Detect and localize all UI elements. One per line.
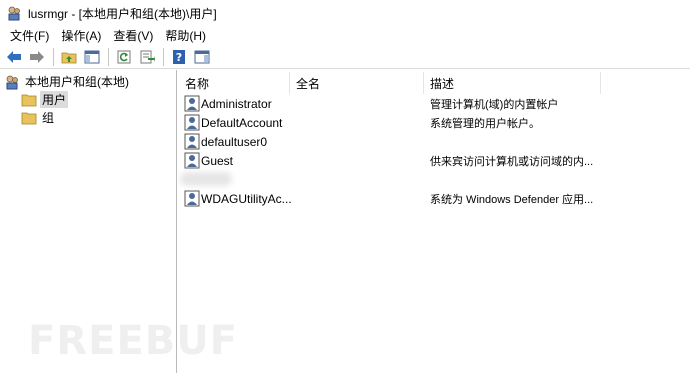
row-name: Guest <box>201 153 234 168</box>
row-name: DefaultAccount <box>201 115 283 130</box>
menu-file[interactable]: 文件(F) <box>4 27 55 44</box>
table-row[interactable]: DefaultAccount 系统管理的用户帐户。 <box>179 113 690 132</box>
tree-item-groups[interactable]: 组 <box>21 109 56 126</box>
up-folder-icon[interactable] <box>58 47 80 67</box>
column-header-label: 全名 <box>296 76 321 91</box>
row-description: 系统为 Windows Defender 应用... <box>430 193 594 206</box>
row-name: Administrator <box>201 96 272 111</box>
row-name: WDAGUtilityAc... <box>201 191 292 206</box>
tree-root-label: 本地用户和组(本地) <box>25 75 129 89</box>
tree-item-label: 组 <box>42 111 55 125</box>
user-icon <box>184 190 200 207</box>
column-header-label: 描述 <box>430 76 455 91</box>
svg-text:?: ? <box>176 51 182 64</box>
folder-icon <box>21 111 37 125</box>
export-list-icon[interactable] <box>136 47 158 67</box>
user-icon <box>184 133 200 150</box>
help-icon[interactable]: ? <box>168 47 190 67</box>
column-header-name[interactable]: 名称 <box>179 72 290 94</box>
tree-root[interactable]: 本地用户和组(本地) <box>4 73 131 90</box>
redaction-blur <box>180 172 232 186</box>
users-computer-icon <box>6 5 22 21</box>
table-row[interactable]: Administrator 管理计算机(域)的内置帐户 <box>179 94 690 113</box>
back-arrow-icon[interactable] <box>3 47 25 67</box>
list-pane: 名称 全名 描述 Administrator 管理计算机(域)的内置帐户 Def… <box>179 70 690 373</box>
show-hide-tree-icon[interactable] <box>81 47 103 67</box>
user-icon <box>184 152 200 169</box>
toolbar-separator <box>108 47 109 66</box>
action-pane-icon[interactable] <box>191 47 213 67</box>
row-description: 供来宾访问计算机或访问域的内... <box>430 155 594 168</box>
toolbar: ? <box>0 45 690 69</box>
column-header-description[interactable]: 描述 <box>424 72 601 94</box>
toolbar-separator <box>163 47 164 66</box>
menu-view[interactable]: 查看(V) <box>107 27 159 44</box>
tree-item-users[interactable]: 用户 <box>21 91 69 108</box>
users-computer-icon <box>4 74 20 90</box>
row-description: 管理计算机(域)的内置帐户 <box>430 98 559 111</box>
tree-item-label: 用户 <box>40 91 69 108</box>
title-bar: lusrmgr - [本地用户和组(本地)\用户] <box>0 0 690 26</box>
folder-icon <box>21 93 37 107</box>
row-name: defaultuser0 <box>201 134 268 149</box>
row-description: 系统管理的用户帐户。 <box>430 117 540 130</box>
table-row[interactable]: defaultuser0 <box>179 132 690 151</box>
column-header-fullname[interactable]: 全名 <box>290 72 424 94</box>
watermark: FREEBUF <box>28 318 239 364</box>
table-row[interactable]: Guest 供来宾访问计算机或访问域的内... <box>179 151 690 170</box>
menu-help[interactable]: 帮助(H) <box>159 27 212 44</box>
table-row-redacted[interactable] <box>179 170 690 189</box>
user-icon <box>184 114 200 131</box>
menu-bar: 文件(F) 操作(A) 查看(V) 帮助(H) <box>0 26 690 45</box>
toolbar-separator <box>53 47 54 66</box>
refresh-icon[interactable] <box>113 47 135 67</box>
window-title: lusrmgr - [本地用户和组(本地)\用户] <box>28 6 217 21</box>
forward-arrow-icon[interactable] <box>26 47 48 67</box>
user-icon <box>184 95 200 112</box>
table-row[interactable]: WDAGUtilityAc... 系统为 Windows Defender 应用… <box>179 189 690 208</box>
column-header-label: 名称 <box>185 76 210 91</box>
menu-action[interactable]: 操作(A) <box>55 27 107 44</box>
